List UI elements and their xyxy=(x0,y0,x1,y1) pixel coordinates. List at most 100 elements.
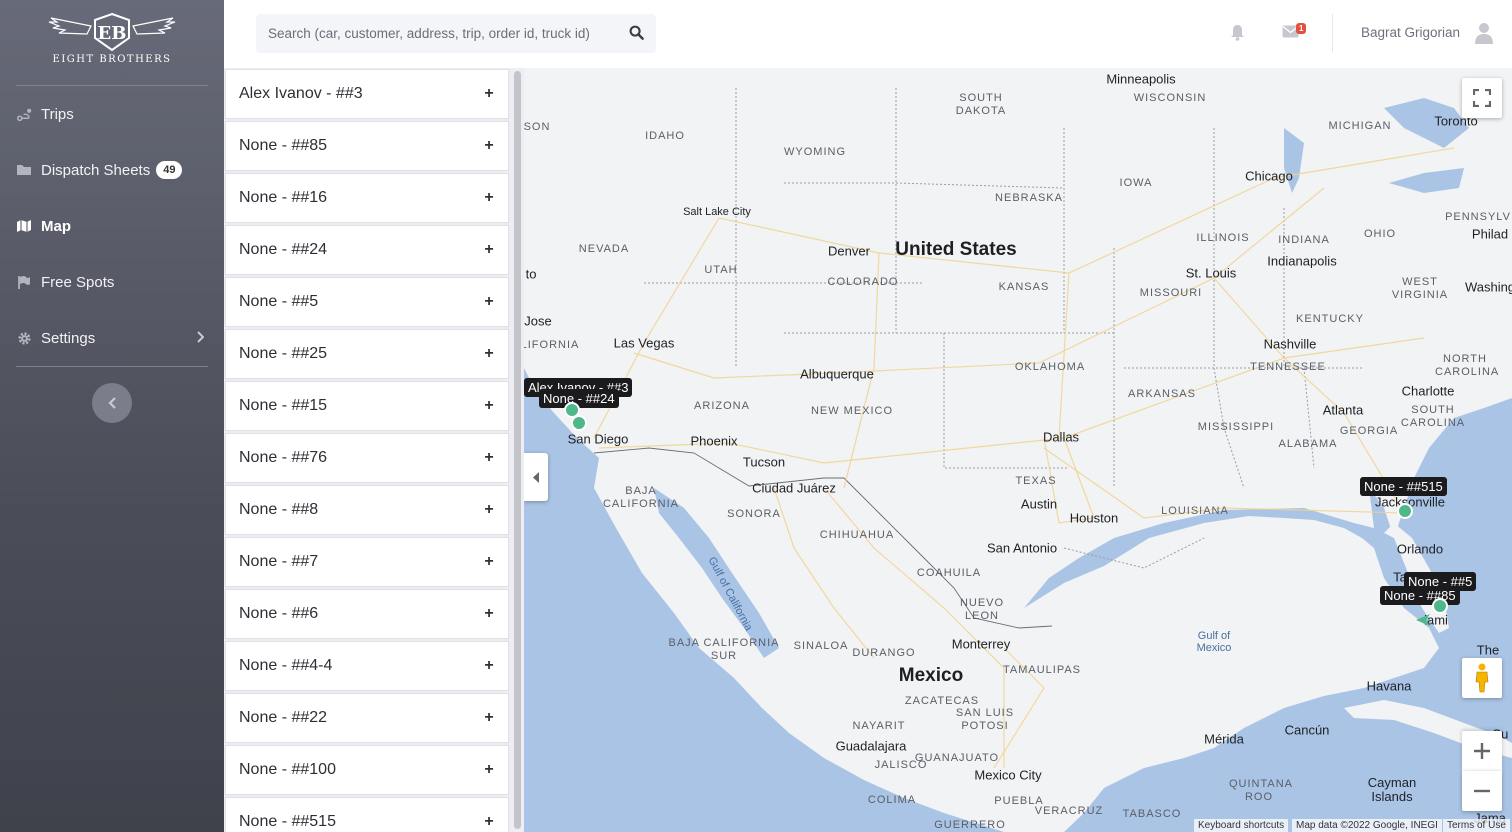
trip-list-item[interactable]: None - ##515 + xyxy=(225,797,509,832)
search-input[interactable] xyxy=(256,26,616,41)
map-label: St. Louis xyxy=(1185,265,1237,281)
map-marker-label[interactable]: None - ##85 xyxy=(1380,586,1460,605)
trip-list-item[interactable]: None - ##24 + xyxy=(225,225,509,275)
map-label-state: SOUTH CAROLINA xyxy=(1400,404,1466,429)
map-label: Indianapolis xyxy=(1267,253,1337,269)
sidebar-item-settings[interactable]: Settings xyxy=(16,320,208,356)
pegman-icon xyxy=(1475,663,1489,693)
zoom-out-button[interactable] xyxy=(1462,771,1502,811)
map-label-state: ALABAMA xyxy=(1278,438,1338,450)
expand-plus-icon[interactable]: + xyxy=(476,85,502,103)
trip-list-item[interactable]: None - ##5 + xyxy=(225,277,509,327)
trip-list-item[interactable]: None - ##15 + xyxy=(225,381,509,431)
fullscreen-button[interactable] xyxy=(1462,78,1502,118)
map-label: San Antonio xyxy=(986,540,1058,556)
sidebar-item-trips[interactable]: Trips xyxy=(16,96,208,132)
terms-of-use-link[interactable]: Terms of Use xyxy=(1443,819,1510,832)
trip-list-panel: Alex Ivanov - ##3 + None - ##85 + None - ##1… xyxy=(224,68,524,832)
map-view[interactable]: Minneapolis Toronto Chicago Salt Lake Ci… xyxy=(524,68,1512,832)
flag-icon xyxy=(16,274,32,290)
trip-list-item[interactable]: None - ##8 + xyxy=(225,485,509,535)
map-marker-dot[interactable] xyxy=(1432,598,1448,614)
expand-plus-icon[interactable]: + xyxy=(476,657,502,675)
trip-list-item[interactable]: None - ##25 + xyxy=(225,329,509,379)
map-label-state: DURANGO xyxy=(852,647,916,659)
map-label-state: INDIANA xyxy=(1278,234,1330,246)
expand-plus-icon[interactable]: + xyxy=(476,605,502,623)
map-label-state: NEBRASKA xyxy=(995,192,1063,204)
chevron-right-icon xyxy=(196,331,205,346)
trip-list-item[interactable]: None - ##85 + xyxy=(225,121,509,171)
sidebar: EB EIGHT BROTHERS Trips Dispatch Sheets … xyxy=(0,0,224,832)
svg-text:EB: EB xyxy=(98,23,127,44)
map-label-state: PENNSYLV xyxy=(1445,211,1511,223)
expand-plus-icon[interactable]: + xyxy=(476,501,502,519)
minus-icon xyxy=(1474,789,1490,793)
truck-direction-arrow-icon[interactable] xyxy=(1415,613,1431,627)
map-label: Atlanta xyxy=(1322,402,1364,418)
keyboard-shortcuts-link[interactable]: Keyboard shortcuts xyxy=(1194,819,1289,832)
expand-plus-icon[interactable]: + xyxy=(476,709,502,727)
map-label: San Diego xyxy=(567,431,629,447)
map-label: Jose xyxy=(524,313,552,329)
expand-plus-icon[interactable]: + xyxy=(476,553,502,571)
user-avatar-icon[interactable] xyxy=(1474,22,1494,49)
map-label: Philad xyxy=(1471,226,1509,242)
map-label: Cayman Islands xyxy=(1367,775,1417,804)
map-label: Minneapolis xyxy=(1106,71,1176,87)
user-name[interactable]: Bagrat Grigorian xyxy=(1361,25,1460,40)
map-label: Dallas xyxy=(1042,429,1080,445)
search-icon[interactable] xyxy=(629,25,644,45)
trip-list-item[interactable]: None - ##6 + xyxy=(225,589,509,639)
expand-plus-icon[interactable]: + xyxy=(476,345,502,363)
expand-plus-icon[interactable]: + xyxy=(476,293,502,311)
dispatch-count-badge: 49 xyxy=(156,161,183,179)
expand-plus-icon[interactable]: + xyxy=(476,449,502,467)
sidebar-collapse-button[interactable] xyxy=(92,383,132,423)
map-label-state: COAHUILA xyxy=(916,567,982,579)
mail-count-badge: 1 xyxy=(1296,23,1307,34)
trip-list-item[interactable]: Alex Ivanov - ##3 + xyxy=(225,69,509,119)
map-label-state: NEVADA xyxy=(578,243,630,255)
map-label-state: IDAHO xyxy=(645,130,685,142)
trip-list-item[interactable]: None - ##76 + xyxy=(225,433,509,483)
expand-plus-icon[interactable]: + xyxy=(476,189,502,207)
sidebar-item-dispatch-sheets[interactable]: Dispatch Sheets 49 xyxy=(16,152,208,188)
map-marker-dot[interactable] xyxy=(1397,503,1413,519)
sidebar-item-free-spots[interactable]: Free Spots xyxy=(16,264,208,300)
map-marker-dot[interactable] xyxy=(571,415,587,431)
trip-list-item[interactable]: None - ##7 + xyxy=(225,537,509,587)
trip-name: None - ##5 xyxy=(239,293,319,310)
brand-logo[interactable]: EB EIGHT BROTHERS xyxy=(40,12,184,72)
map-label-state: KENTUCKY xyxy=(1296,313,1364,325)
trip-list-item[interactable]: None - ##22 + xyxy=(225,693,509,743)
panel-collapse-toggle[interactable] xyxy=(524,453,548,501)
map-label-state: CHIHUAHUA xyxy=(819,529,895,541)
expand-plus-icon[interactable]: + xyxy=(476,813,502,831)
trip-name: None - ##22 xyxy=(239,709,328,726)
map-label: The xyxy=(1476,642,1500,658)
map-label: Albuquerque xyxy=(800,366,874,382)
map-label-state: ARIZONA xyxy=(694,400,750,412)
map-label-state: SAN LUIS POTOSI xyxy=(955,707,1015,732)
bell-icon[interactable] xyxy=(1230,24,1245,46)
zoom-in-button[interactable] xyxy=(1462,731,1502,771)
map-label-state: LOUISIANA xyxy=(1161,505,1229,517)
map-label-state: OHIO xyxy=(1363,228,1397,240)
sidebar-item-map[interactable]: Map xyxy=(16,208,208,244)
map-label: Orlando xyxy=(1396,541,1444,557)
expand-plus-icon[interactable]: + xyxy=(476,137,502,155)
map-label-state: NEW MEXICO xyxy=(810,405,894,417)
map-marker-label[interactable]: None - ##515 xyxy=(1360,477,1447,496)
expand-plus-icon[interactable]: + xyxy=(476,241,502,259)
trip-name: None - ##25 xyxy=(239,345,328,362)
trip-list-item[interactable]: None - ##4-4 + xyxy=(225,641,509,691)
trip-list-item[interactable]: None - ##100 + xyxy=(225,745,509,795)
expand-plus-icon[interactable]: + xyxy=(476,397,502,415)
gear-icon xyxy=(16,330,32,346)
trip-list-item[interactable]: None - ##16 + xyxy=(225,173,509,223)
scrollbar-thumb[interactable] xyxy=(514,71,521,829)
street-view-pegman[interactable] xyxy=(1462,658,1502,698)
expand-plus-icon[interactable]: + xyxy=(476,761,502,779)
map-icon xyxy=(16,218,32,234)
